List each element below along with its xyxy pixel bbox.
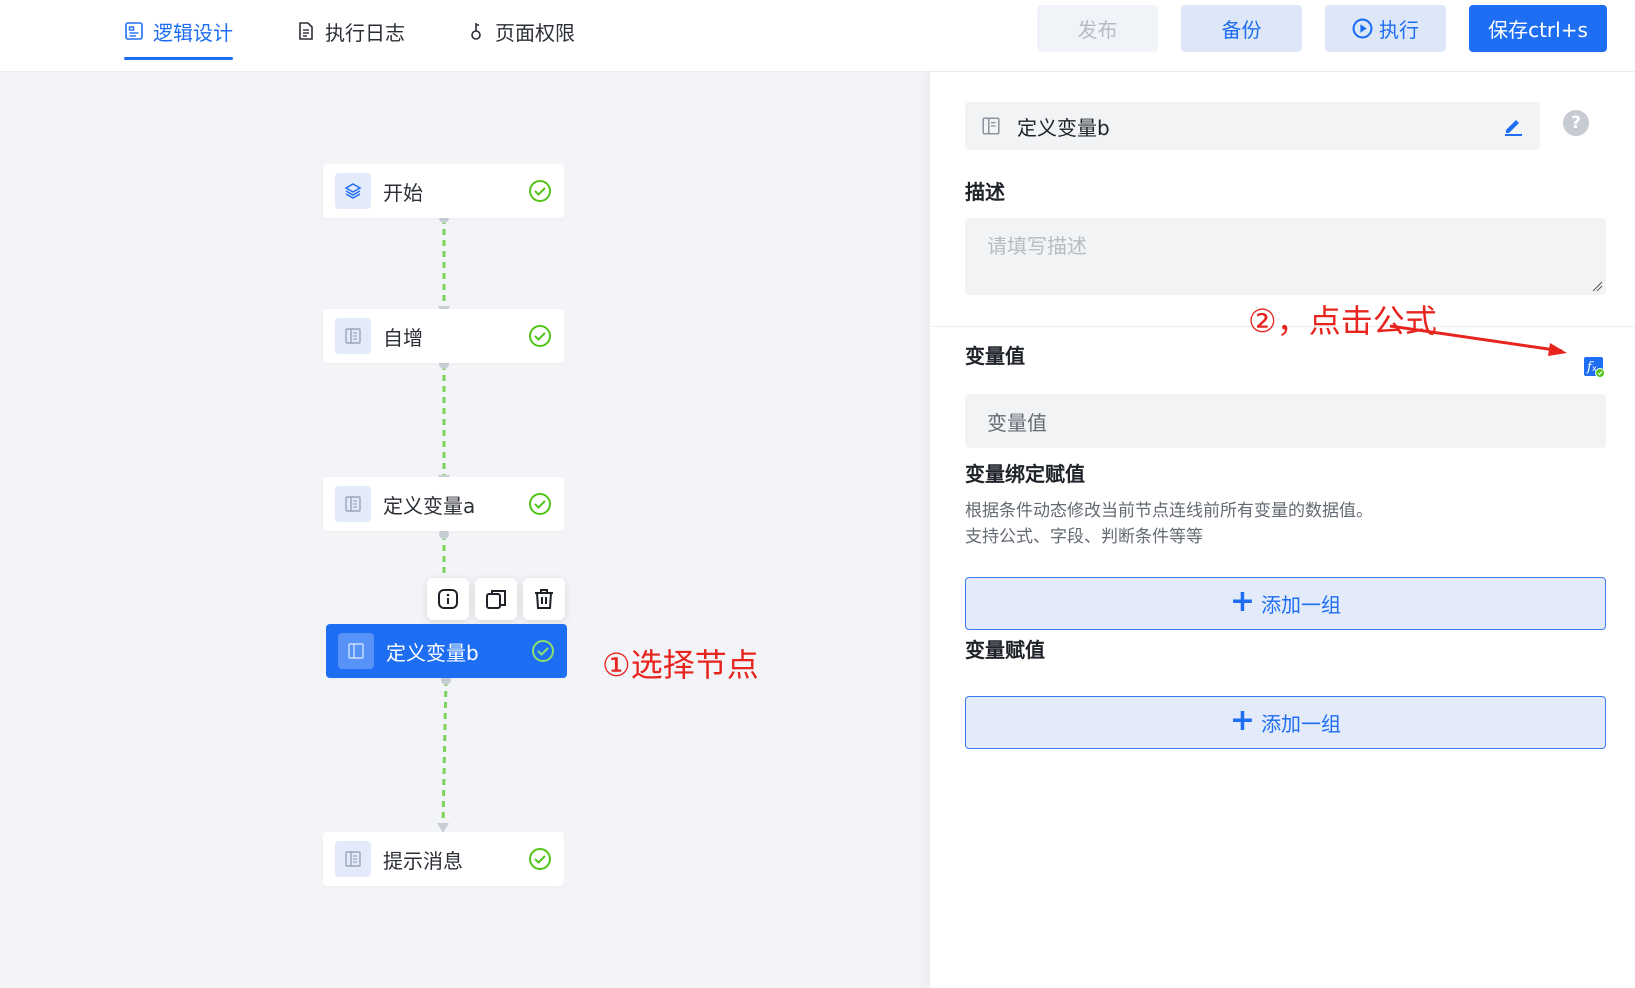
tab-logic-design[interactable]: 逻辑设计 [124,0,233,62]
node-icon [335,841,371,877]
play-icon [1352,18,1373,39]
node-copy-button[interactable] [475,578,517,620]
flow-node-define-var-b[interactable]: 定义变量b [326,624,567,678]
node-icon [338,633,374,669]
property-panel: 定义变量b ? 描述 请填写描述 ②，点击公式 变量值 fx 变量值 变量绑定赋… [929,72,1635,988]
layers-icon [335,173,371,209]
node-label: 定义变量b [386,640,479,665]
run-button[interactable]: 执行 [1325,5,1446,52]
formula-icon[interactable]: fx [1583,356,1605,378]
top-bar: 逻辑设计 执行日志 页面权限 发布 备份 执行 保存ctrl+s [0,0,1635,72]
node-label: 开始 [383,180,423,205]
binding-label: 变量绑定赋值 [965,462,1085,486]
save-label: 保存ctrl+s [1488,18,1588,42]
node-info-button[interactable] [427,578,469,620]
description-placeholder: 请填写描述 [987,234,1087,258]
document-icon [299,22,313,40]
plus-icon: + [1229,703,1256,738]
backup-label: 备份 [1221,18,1262,42]
description-input[interactable]: 请填写描述 [965,218,1606,295]
check-circle-icon [529,325,551,347]
info-icon [438,589,458,609]
save-button[interactable]: 保存ctrl+s [1469,5,1607,52]
node-icon [335,486,371,522]
check-circle-icon [532,640,554,662]
add-group-label: 添加一组 [1261,593,1342,617]
design-icon [125,22,143,40]
binding-hint-line1: 根据条件动态修改当前节点连线前所有变量的数据值。 [965,501,1373,521]
backup-button[interactable]: 备份 [1181,5,1302,52]
description-label: 描述 [965,180,1005,204]
node-label: 自增 [383,325,423,350]
tab-label: 执行日志 [325,20,405,45]
variable-value-label: 变量值 [965,344,1025,368]
check-circle-icon [529,180,551,202]
tab-execution-log[interactable]: 执行日志 [296,0,405,62]
variable-value-placeholder: 变量值 [987,410,1047,435]
add-assign-group-button[interactable]: + 添加一组 [965,696,1606,749]
variable-value-input[interactable]: 变量值 [965,394,1606,448]
add-binding-group-button[interactable]: + 添加一组 [965,577,1606,630]
check-circle-icon [529,848,551,870]
add-group-label: 添加一组 [1261,712,1342,736]
tab-label: 页面权限 [495,20,575,45]
publish-label: 发布 [1077,18,1118,42]
trash-icon [535,589,553,609]
edit-icon[interactable] [1502,115,1524,137]
key-icon [471,23,481,40]
node-label: 提示消息 [383,848,463,873]
node-icon [982,117,1000,135]
annotation-click-formula: ②，点击公式 [1248,302,1437,340]
plus-icon: + [1229,584,1256,619]
publish-button[interactable]: 发布 [1037,5,1158,52]
flow-node-define-var-a[interactable]: 定义变量a [323,477,564,531]
node-name-text: 定义变量b [1017,115,1110,140]
check-circle-icon [529,493,551,515]
flow-canvas[interactable]: 开始 自增 定义变量a 定义变量b ①选择节点 提示消息 [0,72,929,988]
node-icon [335,318,371,354]
resize-handle-icon[interactable] [1592,281,1603,292]
node-toolbar [427,578,565,620]
tab-page-permission[interactable]: 页面权限 [466,0,575,62]
help-icon[interactable]: ? [1563,110,1589,136]
node-delete-button[interactable] [523,578,565,620]
copy-icon [486,590,506,609]
node-label: 定义变量a [383,493,476,518]
node-name-field[interactable]: 定义变量b [965,102,1540,150]
annotation-select-node: ①选择节点 [602,646,759,684]
tab-label: 逻辑设计 [153,20,233,45]
flow-node-message[interactable]: 提示消息 [323,832,564,886]
run-label: 执行 [1379,18,1419,42]
assign-label: 变量赋值 [965,638,1045,662]
binding-hint-line2: 支持公式、字段、判断条件等等 [965,527,1203,547]
flow-node-increment[interactable]: 自增 [323,309,564,363]
flow-node-start[interactable]: 开始 [323,164,564,218]
